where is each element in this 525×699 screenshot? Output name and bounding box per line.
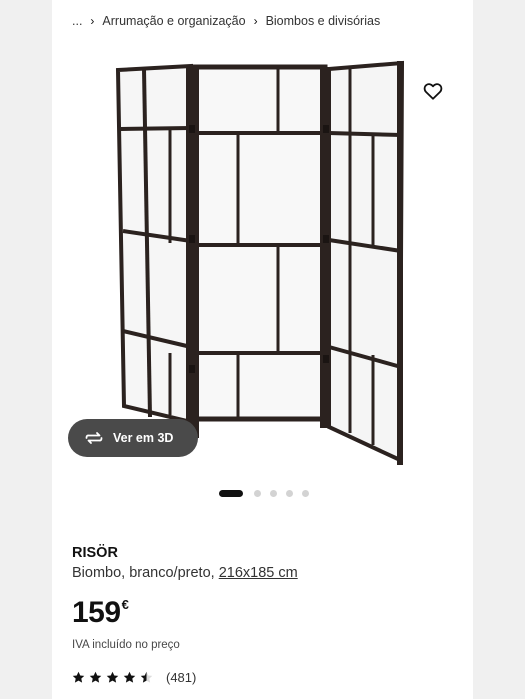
- chevron-right-icon: ›: [90, 14, 95, 28]
- product-description: Biombo, branco/preto, 216x185 cm: [72, 565, 298, 581]
- product-image-gallery[interactable]: Ver em 3D: [52, 55, 473, 480]
- breadcrumb: ... › Arrumação e organização › Biombos …: [72, 12, 380, 30]
- gallery-dot[interactable]: [302, 489, 309, 497]
- product-type: Biombo, branco/preto,: [72, 565, 215, 581]
- view-in-3d-label: Ver em 3D: [113, 431, 174, 445]
- breadcrumb-item-room-dividers[interactable]: Biombos e divisórias: [266, 14, 381, 28]
- gallery-dot[interactable]: [219, 489, 243, 497]
- price-currency: €: [121, 597, 129, 612]
- product-image: [115, 60, 405, 465]
- chevron-right-icon: ›: [253, 14, 258, 28]
- view-in-3d-button[interactable]: Ver em 3D: [68, 419, 198, 457]
- gallery-dot[interactable]: [286, 489, 293, 497]
- star-icon: [89, 671, 102, 683]
- gallery-dot[interactable]: [254, 489, 261, 497]
- price-amount: 159: [72, 596, 121, 629]
- star-icon: [72, 671, 85, 683]
- star-icon: [123, 671, 136, 683]
- gallery-dot[interactable]: [270, 489, 277, 497]
- star-icon: [106, 671, 119, 683]
- rating-stars: [72, 671, 157, 684]
- heart-icon: [423, 83, 443, 100]
- gallery-pagination: [219, 489, 318, 497]
- review-count[interactable]: (481): [166, 670, 196, 685]
- favorite-button[interactable]: [420, 78, 446, 104]
- product-measurements-link[interactable]: 216x185 cm: [219, 565, 298, 581]
- product-price: 159 €: [72, 596, 129, 630]
- star-icon: [140, 671, 153, 683]
- product-page: ... › Arrumação e organização › Biombos …: [52, 0, 473, 699]
- breadcrumb-ellipsis[interactable]: ...: [72, 14, 82, 28]
- vat-note: IVA incluído no preço: [72, 639, 180, 651]
- rotate-3d-icon: [85, 432, 103, 444]
- product-rating[interactable]: (481): [72, 669, 196, 685]
- breadcrumb-item-storage[interactable]: Arrumação e organização: [102, 14, 245, 28]
- product-name: RISÖR: [72, 545, 118, 561]
